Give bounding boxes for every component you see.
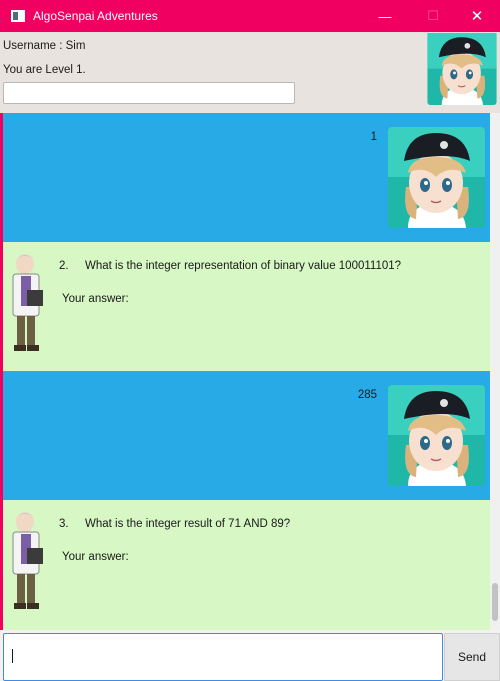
header: Username : Sim You are Level 1. [0, 32, 500, 113]
chat-dialog-area[interactable]: 1 2. What is the integer representation … [3, 113, 490, 630]
trainer-avatar-icon [427, 33, 497, 105]
professor-sprite-icon [12, 254, 43, 351]
question-number: 2. [59, 260, 69, 272]
user-message-text: 1 [370, 131, 377, 143]
input-area: Send [0, 630, 500, 681]
username-label: Username : Sim [3, 40, 86, 52]
text-caret [12, 649, 13, 663]
answer-prompt: Your answer: [62, 551, 129, 563]
message-input[interactable] [3, 633, 443, 681]
chat-scrollbar[interactable] [490, 113, 500, 630]
question-text: What is the integer representation of bi… [85, 260, 402, 272]
bot-message-row: 3. What is the integer result of 71 AND … [3, 500, 490, 630]
question-text: What is the integer result of 71 AND 89? [85, 518, 291, 530]
app-window-icon [11, 10, 25, 22]
user-message-text: 285 [357, 389, 377, 401]
user-message-row: 285 [3, 371, 490, 500]
level-progress-bar [3, 82, 295, 104]
send-button[interactable]: Send [444, 633, 500, 681]
window-title: AlgoSenpai Adventures [33, 9, 158, 23]
professor-sprite-icon [12, 512, 43, 609]
trainer-avatar-icon [388, 385, 485, 486]
title-bar: AlgoSenpai Adventures — ☐ ✕ [0, 0, 500, 32]
scrollbar-thumb[interactable] [492, 583, 498, 621]
question-number: 3. [59, 518, 69, 530]
user-message-row: 1 [3, 113, 490, 242]
minimize-button[interactable]: — [362, 0, 408, 32]
bot-message-row: 2. What is the integer representation of… [3, 242, 490, 371]
answer-prompt: Your answer: [62, 293, 129, 305]
level-label: You are Level 1. [3, 64, 86, 76]
trainer-avatar-icon [388, 127, 485, 228]
close-button[interactable]: ✕ [454, 0, 500, 32]
maximize-button[interactable]: ☐ [410, 0, 456, 32]
